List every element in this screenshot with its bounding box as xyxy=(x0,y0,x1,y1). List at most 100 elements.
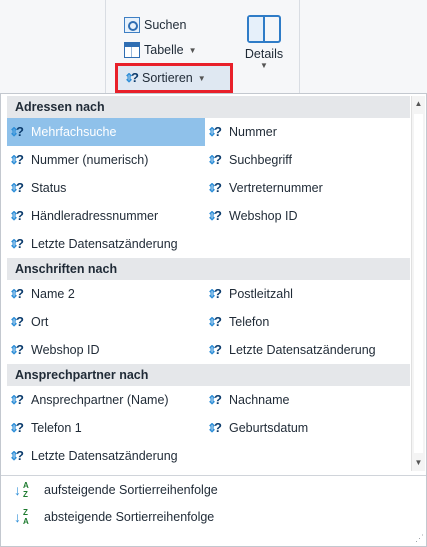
search-label: Suchen xyxy=(144,18,187,32)
sort-option-item[interactable]: ⇕? Nummer xyxy=(205,118,410,146)
sort-option-label: Letzte Datensatzänderung xyxy=(229,343,376,357)
details-button[interactable]: Details ▼ xyxy=(239,15,289,70)
sort-ascending-icon: ↓ A Z xyxy=(14,480,29,499)
sort-option-item[interactable]: ⇕? Vertreternummer xyxy=(205,174,410,202)
sort-icon: ⇕? xyxy=(9,392,24,407)
sort-icon: ⇕? xyxy=(124,70,139,85)
details-label: Details xyxy=(244,47,284,61)
scroll-down-arrow-icon[interactable]: ▼ xyxy=(412,455,425,471)
scroll-up-arrow-icon[interactable]: ▲ xyxy=(412,96,425,112)
sort-option-item[interactable]: ⇕? Nummer (numerisch) xyxy=(7,146,205,174)
sort-icon: ⇕? xyxy=(9,152,24,167)
sort-option-item[interactable]: ⇕? Letzte Datensatzänderung xyxy=(7,230,205,258)
sort-icon: ⇕? xyxy=(207,208,222,223)
sort-descending-icon: ↓ Z A xyxy=(14,507,29,526)
menu-row: ⇕? Ort ⇕? Telefon xyxy=(7,308,410,336)
sort-option-item[interactable]: ⇕? Name 2 xyxy=(7,280,205,308)
sort-icon: ⇕? xyxy=(207,180,222,195)
sort-icon: ⇕? xyxy=(207,392,222,407)
descending-order-item[interactable]: ↓ Z A absteigende Sortierreihenfolge xyxy=(1,503,426,530)
sort-order-section: ↓ A Z aufsteigende Sortierreihenfolge ↓ Z A … xyxy=(1,475,426,530)
sort-icon: ⇕? xyxy=(9,420,24,435)
sort-option-label: Webshop ID xyxy=(31,343,100,357)
chevron-down-icon: ▼ xyxy=(188,45,197,55)
sort-icon: ⇕? xyxy=(9,124,24,139)
menu-row: ⇕? Name 2 ⇕? Postleitzahl xyxy=(7,280,410,308)
group-header: Ansprechpartner nach xyxy=(7,364,410,386)
sort-option-label: Webshop ID xyxy=(229,209,298,223)
scrollbar-thumb[interactable] xyxy=(414,114,423,453)
sort-option-item[interactable]: ⇕? Letzte Datensatzänderung xyxy=(205,336,410,364)
sort-option-item[interactable]: ⇕? Suchbegriff xyxy=(205,146,410,174)
scrollbar[interactable]: ▲ ▼ xyxy=(411,96,425,471)
menu-row: ⇕? Nummer (numerisch) ⇕? Suchbegriff xyxy=(7,146,410,174)
sort-option-label: Nachname xyxy=(229,393,290,407)
sort-label: Sortieren xyxy=(142,71,193,85)
sort-option-label: Letzte Datensatzänderung xyxy=(31,449,178,463)
sort-option-list: Adressen nach ⇕? Mehrfachsuche ⇕? Nummer ⇕? Nu… xyxy=(7,96,410,471)
sort-option-label: Status xyxy=(31,181,67,195)
menu-row: ⇕? Status ⇕? Vertreternummer xyxy=(7,174,410,202)
sort-option-item[interactable]: ⇕? Nachname xyxy=(205,386,410,414)
sort-option-label: Händleradressnummer xyxy=(31,209,159,223)
sort-icon: ⇕? xyxy=(9,208,24,223)
menu-row: ⇕? Telefon 1 ⇕? Geburtsdatum xyxy=(7,414,410,442)
resize-grip-icon[interactable]: ⋰ xyxy=(415,533,424,544)
ribbon-separator xyxy=(299,0,300,93)
sort-option-label: Name 2 xyxy=(31,287,75,301)
table-label: Tabelle xyxy=(144,43,184,57)
sort-option-item[interactable]: ⇕? Geburtsdatum xyxy=(205,414,410,442)
sort-option-label: Nummer (numerisch) xyxy=(31,153,149,167)
sort-icon: ⇕? xyxy=(9,236,24,251)
menu-row: ⇕? Mehrfachsuche ⇕? Nummer xyxy=(7,118,410,146)
menu-row: ⇕? Händleradressnummer ⇕? Webshop ID xyxy=(7,202,410,230)
sort-option-item[interactable]: ⇕? Status xyxy=(7,174,205,202)
table-dropdown[interactable]: Tabelle ▼ xyxy=(124,40,197,60)
sort-option-item[interactable]: ⇕? Postleitzahl xyxy=(205,280,410,308)
sort-option-item[interactable]: ⇕? Händleradressnummer xyxy=(7,202,205,230)
table-icon xyxy=(124,42,140,58)
sort-icon: ⇕? xyxy=(9,286,24,301)
sort-icon: ⇕? xyxy=(207,152,222,167)
sort-option-item[interactable]: ⇕? Telefon xyxy=(205,308,410,336)
search-button[interactable]: Suchen xyxy=(124,15,186,35)
sort-option-label: Vertreternummer xyxy=(229,181,323,195)
sort-icon: ⇕? xyxy=(207,124,222,139)
sort-icon: ⇕? xyxy=(207,286,222,301)
sort-option-label: Ansprechpartner (Name) xyxy=(31,393,169,407)
sort-icon: ⇕? xyxy=(207,420,222,435)
menu-row: ⇕? Letzte Datensatzänderung xyxy=(7,230,410,258)
sort-option-label: Telefon xyxy=(229,315,270,329)
ribbon: Suchen Tabelle ▼ ⇕? Sortieren ▼ Details … xyxy=(0,0,427,93)
ascending-order-item[interactable]: ↓ A Z aufsteigende Sortierreihenfolge xyxy=(1,476,426,503)
chevron-down-icon: ▼ xyxy=(260,61,268,70)
sort-option-item[interactable]: ⇕? Webshop ID xyxy=(7,336,205,364)
sort-option-label: Geburtsdatum xyxy=(229,421,309,435)
sort-option-item[interactable]: ⇕? Ansprechpartner (Name) xyxy=(7,386,205,414)
sort-option-item[interactable]: ⇕? Mehrfachsuche xyxy=(7,118,205,146)
sort-icon: ⇕? xyxy=(9,314,24,329)
sort-dropdown-button[interactable]: ⇕? Sortieren ▼ xyxy=(115,63,233,93)
sort-icon: ⇕? xyxy=(9,180,24,195)
sort-menu: Adressen nach ⇕? Mehrfachsuche ⇕? Nummer ⇕? Nu… xyxy=(0,93,427,547)
details-pane-icon xyxy=(247,15,281,43)
sort-option-label: Letzte Datensatzänderung xyxy=(31,237,178,251)
ascending-order-label: aufsteigende Sortierreihenfolge xyxy=(44,482,218,497)
menu-row: ⇕? Webshop ID ⇕? Letzte Datensatzänderung xyxy=(7,336,410,364)
group-header: Anschriften nach xyxy=(7,258,410,280)
sort-option-label: Telefon 1 xyxy=(31,421,82,435)
search-icon xyxy=(124,17,140,33)
sort-option-item[interactable]: ⇕? Letzte Datensatzänderung xyxy=(7,442,205,470)
sort-option-item[interactable]: ⇕? Ort xyxy=(7,308,205,336)
descending-order-label: absteigende Sortierreihenfolge xyxy=(44,509,215,524)
sort-option-item[interactable]: ⇕? Webshop ID xyxy=(205,202,410,230)
sort-icon: ⇕? xyxy=(9,342,24,357)
group-header: Adressen nach xyxy=(7,96,410,118)
sort-icon: ⇕? xyxy=(9,448,24,463)
sort-icon: ⇕? xyxy=(207,342,222,357)
sort-option-label: Suchbegriff xyxy=(229,153,293,167)
menu-row: ⇕? Ansprechpartner (Name) ⇕? Nachname xyxy=(7,386,410,414)
sort-option-item[interactable]: ⇕? Telefon 1 xyxy=(7,414,205,442)
sort-option-label: Postleitzahl xyxy=(229,287,293,301)
ribbon-separator xyxy=(105,0,106,93)
